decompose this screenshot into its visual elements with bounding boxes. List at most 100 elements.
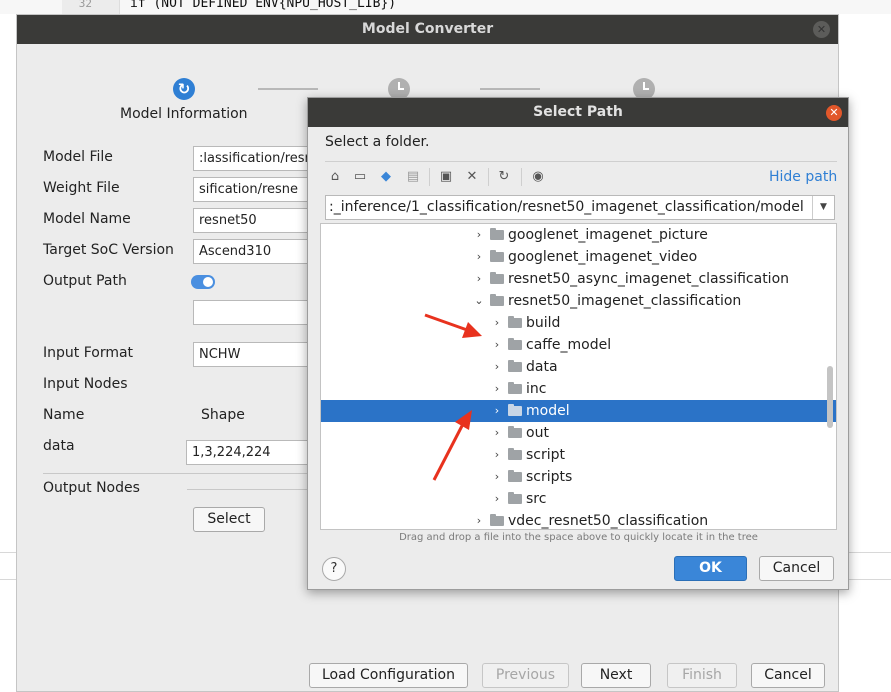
folder-icon xyxy=(490,514,504,526)
delete-icon[interactable]: ✕ xyxy=(463,168,481,186)
tree-row-label: scripts xyxy=(526,469,573,485)
model-file-field[interactable]: :lassification/resn xyxy=(193,146,313,171)
chevron-right-icon[interactable]: › xyxy=(473,510,485,529)
toolbar-separator xyxy=(521,168,522,186)
input-nodes-divider xyxy=(43,473,313,474)
step-label-model-information: Model Information xyxy=(120,106,248,122)
target-soc-label: Target SoC Version xyxy=(43,242,174,258)
path-field[interactable]: :_inference/1_classification/resnet50_im… xyxy=(329,196,804,219)
tree-scrollbar[interactable] xyxy=(827,366,833,428)
folder-icon xyxy=(508,316,522,328)
folder-icon xyxy=(508,404,522,416)
load-configuration-button[interactable]: Load Configuration xyxy=(309,663,468,688)
input-node-shape-field[interactable]: 1,3,224,224 xyxy=(186,440,313,465)
new-folder-icon[interactable]: ▣ xyxy=(437,168,455,186)
input-nodes-label: Input Nodes xyxy=(43,376,128,392)
chevron-right-icon[interactable]: › xyxy=(491,378,503,400)
chevron-down-icon[interactable]: ▼ xyxy=(812,196,834,219)
folder-icon xyxy=(508,492,522,504)
refresh-icon[interactable]: ↻ xyxy=(495,168,513,186)
input-format-select[interactable]: NCHW xyxy=(193,342,313,367)
target-soc-select[interactable]: Ascend310 xyxy=(193,239,313,264)
tree-row-caffe-model[interactable]: › caffe_model xyxy=(321,334,821,356)
output-path-field[interactable] xyxy=(193,300,313,325)
input-node-name: data xyxy=(43,438,75,454)
tree-row-build[interactable]: › build xyxy=(321,312,821,334)
tree-row-label: out xyxy=(526,425,549,441)
model-name-field[interactable]: resnet50 xyxy=(193,208,313,233)
folder-icon xyxy=(508,338,522,350)
cancel-button[interactable]: Cancel xyxy=(751,663,825,688)
tree-row-vdec-resnet50-classification[interactable]: › vdec_resnet50_classification xyxy=(321,510,821,529)
select-output-nodes-button[interactable]: Select xyxy=(193,507,265,532)
finish-button[interactable]: Finish xyxy=(667,663,737,688)
tree-row-scripts[interactable]: › scripts xyxy=(321,466,821,488)
folder-icon xyxy=(508,382,522,394)
editor-code-line: if (NOT DEFINED ENV{NPU_HOST_LIB}) xyxy=(130,0,397,11)
show-hidden-icon[interactable]: ◉ xyxy=(529,168,547,186)
module-icon[interactable]: ▤ xyxy=(404,168,422,186)
output-nodes-divider xyxy=(187,489,313,490)
tree-row-label: src xyxy=(526,491,547,507)
drag-drop-hint: Drag and drop a file into the space abov… xyxy=(399,532,758,543)
tree-row-inc[interactable]: › inc xyxy=(321,378,821,400)
editor-line-number: 32 xyxy=(78,0,92,10)
tree-row-label: vdec_resnet50_classification xyxy=(508,513,709,529)
chevron-right-icon[interactable]: › xyxy=(491,444,503,466)
input-nodes-shape-header: Shape xyxy=(201,407,245,423)
tree-row-label: script xyxy=(526,447,566,463)
toolbar-divider xyxy=(325,161,837,162)
home-icon[interactable]: ⌂ xyxy=(326,168,344,186)
path-combo[interactable]: :_inference/1_classification/resnet50_im… xyxy=(325,195,835,220)
tree-row-resnet50-imagenet-classification[interactable]: ⌄ resnet50_imagenet_classification xyxy=(321,290,821,312)
chevron-right-icon[interactable]: › xyxy=(473,246,485,268)
tree-row-src[interactable]: › src xyxy=(321,488,821,510)
chevron-right-icon[interactable]: › xyxy=(473,224,485,246)
tree-row-label: model xyxy=(526,403,570,419)
ok-button[interactable]: OK xyxy=(674,556,747,581)
select-path-cancel-button[interactable]: Cancel xyxy=(759,556,834,581)
chevron-right-icon[interactable]: › xyxy=(473,268,485,290)
tree-row-label: data xyxy=(526,359,558,375)
tree-row-script[interactable]: › script xyxy=(321,444,821,466)
input-format-label: Input Format xyxy=(43,345,134,361)
previous-button[interactable]: Previous xyxy=(482,663,569,688)
folder-icon xyxy=(490,228,504,240)
tree-row-model[interactable]: › model xyxy=(321,400,836,422)
folder-icon xyxy=(490,250,504,262)
folder-icon xyxy=(508,448,522,460)
folder-icon xyxy=(508,360,522,372)
tree-row-label: inc xyxy=(526,381,547,397)
tree-row-googlenet-imagenet-picture[interactable]: › googlenet_imagenet_picture xyxy=(321,224,821,246)
chevron-down-icon[interactable]: ⌄ xyxy=(473,290,485,312)
select-path-dialog: Select Path ✕ Select a folder. ⌂ ▭ ◆ ▤ ▣… xyxy=(307,97,849,590)
chevron-right-icon[interactable]: › xyxy=(491,422,503,444)
weight-file-field[interactable]: sification/resne xyxy=(193,177,313,202)
editor-background: 32 if (NOT DEFINED ENV{NPU_HOST_LIB}) xyxy=(0,0,891,14)
folder-tree[interactable]: › googlenet_imagenet_picture › googlenet_im… xyxy=(320,223,837,530)
chevron-right-icon[interactable]: › xyxy=(491,466,503,488)
next-button[interactable]: Next xyxy=(581,663,651,688)
chevron-right-icon[interactable]: › xyxy=(491,312,503,334)
help-button[interactable]: ? xyxy=(322,557,346,581)
close-icon[interactable]: ✕ xyxy=(826,105,842,121)
tree-row-out[interactable]: › out xyxy=(321,422,821,444)
hide-path-link[interactable]: Hide path xyxy=(769,169,837,185)
desktop-icon[interactable]: ▭ xyxy=(351,168,369,186)
project-icon[interactable]: ◆ xyxy=(377,168,395,186)
chevron-right-icon[interactable]: › xyxy=(491,356,503,378)
tree-row-googlenet-imagenet-video[interactable]: › googlenet_imagenet_video xyxy=(321,246,821,268)
select-path-title: Select Path xyxy=(533,104,623,120)
tree-row-resnet50-async-imagenet-classification[interactable]: › resnet50_async_imagenet_classification xyxy=(321,268,821,290)
weight-file-label: Weight File xyxy=(43,180,120,196)
chevron-right-icon[interactable]: › xyxy=(491,400,503,422)
chevron-right-icon[interactable]: › xyxy=(491,488,503,510)
select-path-titlebar: Select Path ✕ xyxy=(308,98,848,127)
folder-icon xyxy=(508,470,522,482)
tree-row-data[interactable]: › data xyxy=(321,356,821,378)
output-path-toggle[interactable] xyxy=(191,275,215,289)
tree-row-label: caffe_model xyxy=(526,337,612,353)
toolbar-separator xyxy=(429,168,430,186)
tree-row-label: build xyxy=(526,315,561,331)
chevron-right-icon[interactable]: › xyxy=(491,334,503,356)
